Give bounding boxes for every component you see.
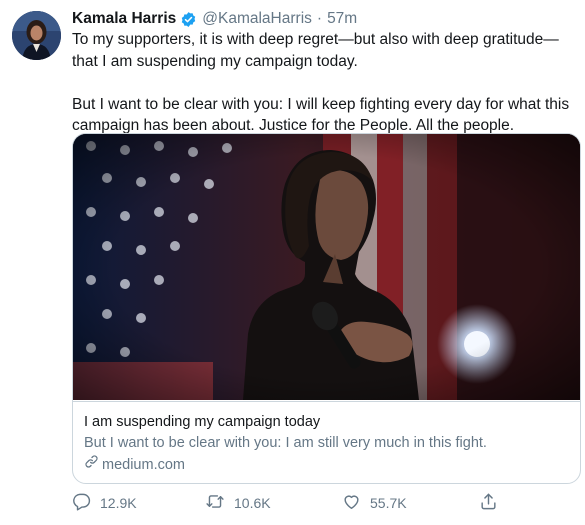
link-icon [84,454,102,475]
reply-button[interactable]: 12.9K [72,492,137,514]
reply-count: 12.9K [100,495,137,511]
reply-icon [72,492,100,514]
avatar[interactable] [12,11,61,60]
action-bar: 12.9K 10.6K 55.7K [72,492,496,516]
author-handle[interactable]: @KamalaHarris [202,10,312,28]
card-info[interactable]: I am suspending my campaign today But I … [73,401,580,483]
retweet-count: 10.6K [234,495,271,511]
card-domain: medium.com [102,456,185,473]
separator-dot: · [316,10,323,27]
retweet-icon [205,492,234,514]
card-image[interactable] [73,134,580,400]
tweet-text: To my supporters, it is with deep regret… [72,29,577,137]
like-count: 55.7K [370,495,407,511]
tweet-paragraph-1: To my supporters, it is with deep regret… [72,31,559,70]
share-icon [479,492,507,514]
verified-badge-icon [180,11,197,28]
tweet-time[interactable]: 57m [327,10,357,28]
retweet-button[interactable]: 10.6K [205,492,271,514]
card-description: But I want to be clear with you: I am st… [84,435,487,451]
card-domain-row: medium.com [84,454,569,475]
like-button[interactable]: 55.7K [342,492,407,514]
tweet-header: Kamala Harris @KamalaHarris · 57m [72,10,357,28]
card-title: I am suspending my campaign today [84,414,321,430]
share-button[interactable] [479,492,507,514]
tweet-paragraph-2: But I want to be clear with you: I will … [72,95,570,135]
heart-icon [342,492,370,514]
link-card[interactable]: I am suspending my campaign today But I … [72,133,581,484]
author-name[interactable]: Kamala Harris [72,10,176,28]
